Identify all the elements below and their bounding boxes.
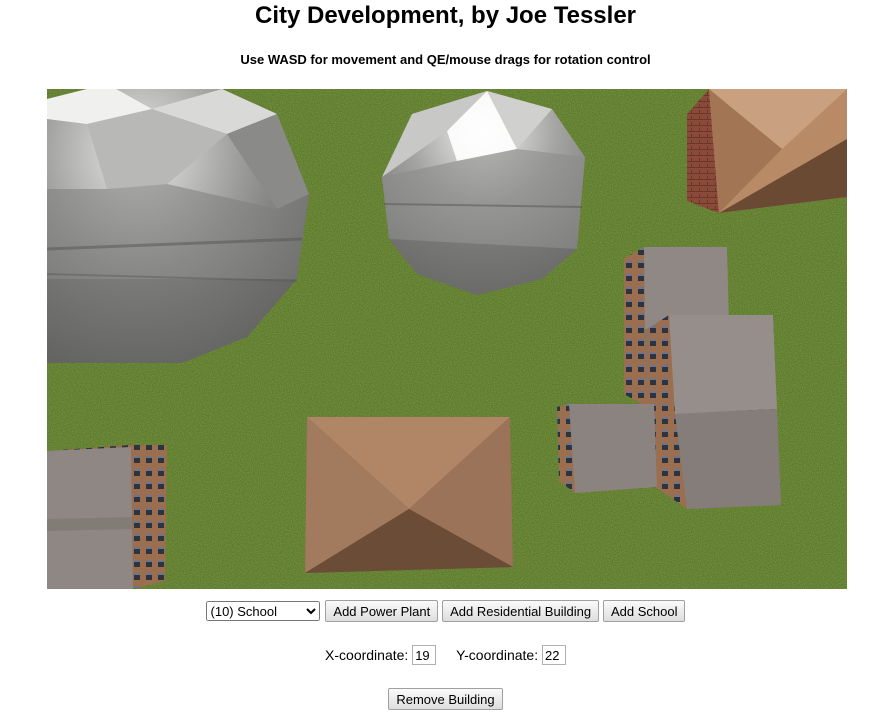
x-coordinate-label: X-coordinate: (325, 647, 409, 663)
school-building[interactable] (47, 445, 167, 589)
coordinate-row: X-coordinate: Y-coordinate: (0, 645, 891, 665)
remove-building-button[interactable]: Remove Building (388, 688, 503, 710)
instructions-text: Use WASD for movement and QE/mouse drags… (240, 52, 651, 67)
add-residential-building-button[interactable]: Add Residential Building (442, 600, 600, 622)
residential-building[interactable] (557, 404, 657, 493)
remove-row: Remove Building (0, 688, 891, 710)
building-toolbar: (10) School Add Power Plant Add Resident… (0, 600, 891, 622)
residential-building[interactable] (305, 417, 513, 573)
y-coordinate-label: Y-coordinate: (456, 647, 539, 663)
add-school-button[interactable]: Add School (602, 600, 686, 622)
residential-building[interactable] (687, 89, 847, 213)
page-title: City Development, by Joe Tessler (254, 2, 637, 29)
power-plant-sphere[interactable] (382, 91, 585, 295)
y-coordinate-input[interactable] (541, 645, 566, 665)
add-power-plant-button[interactable]: Add Power Plant (325, 600, 439, 622)
x-coordinate-input[interactable] (412, 645, 437, 665)
city-3d-viewport[interactable] (47, 89, 847, 589)
building-select[interactable]: (10) School (205, 601, 320, 621)
school-building[interactable] (647, 315, 781, 509)
